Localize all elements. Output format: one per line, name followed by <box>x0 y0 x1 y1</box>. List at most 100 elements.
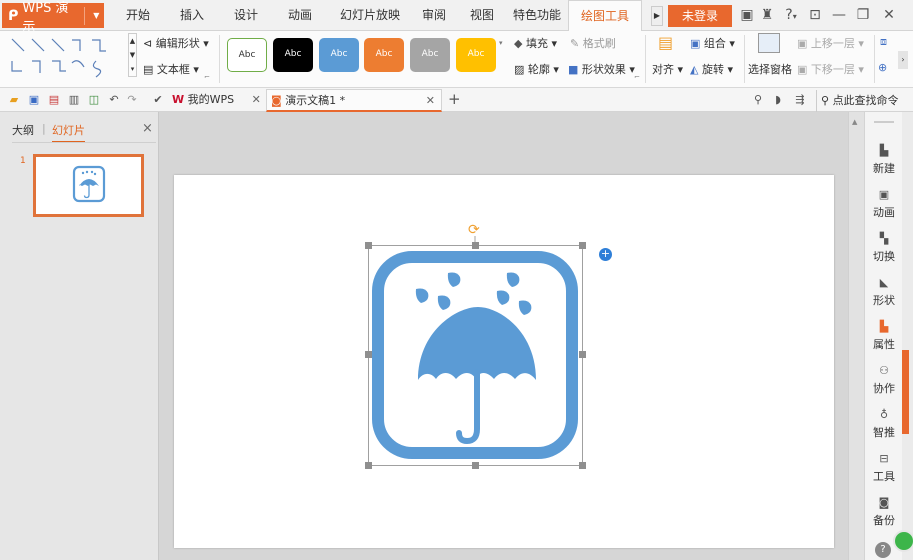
resize-handle-e[interactable] <box>579 351 586 358</box>
tab-slideshow[interactable]: 幻灯片放映 <box>334 0 406 31</box>
tab-review[interactable]: 审阅 <box>414 0 454 31</box>
send-backward-button[interactable]: ▣ 下移一层 ▾ <box>797 61 864 77</box>
rotate-icon: ◭ <box>690 63 699 76</box>
sidebar-item-backup[interactable]: ◙ 备份 <box>865 496 903 536</box>
close-icon[interactable]: ✕ <box>880 7 898 23</box>
shape-style-5[interactable]: Abc <box>410 38 450 72</box>
restore-icon[interactable]: ❐ <box>854 7 872 23</box>
sidebar-item-tools[interactable]: ⊟ 工具 <box>865 452 903 492</box>
help-circle-icon[interactable]: ? <box>875 542 891 558</box>
resize-handle-ne[interactable] <box>579 242 586 249</box>
sidebar-item-shape[interactable]: ◣ 形状 <box>865 276 903 316</box>
vertical-scrollbar[interactable]: ▲ <box>848 112 864 560</box>
resize-handle-se[interactable] <box>579 462 586 469</box>
dialog-launcher-icon[interactable]: ⌐ <box>204 73 210 81</box>
tab-drawing-tools[interactable]: 绘图工具 <box>568 0 642 32</box>
shape-style-6[interactable]: Abc <box>456 38 496 72</box>
align-center-icon[interactable]: ⊕ <box>878 61 887 74</box>
new-tab-plus-icon[interactable]: + <box>448 90 461 108</box>
share-icon[interactable]: ⇶ <box>794 93 806 107</box>
minimize-icon[interactable]: — <box>830 7 848 23</box>
print-icon[interactable]: ▥ <box>68 93 80 107</box>
customize-qat-icon[interactable]: ✔ <box>152 93 164 107</box>
close-pane-icon[interactable]: × <box>142 121 153 136</box>
quick-access-bar: ▰ ▣ ▤ ▥ ◫ ↶ ↷ ✔ W 我的WPS ✕ ◙ 演示文稿1 * ✕ + … <box>0 88 913 113</box>
undo-icon[interactable]: ↶ <box>108 93 120 107</box>
fill-button[interactable]: ◆ 填充 ▾ <box>514 35 557 51</box>
fullscreen-icon[interactable]: ⊡ <box>806 7 824 23</box>
umbrella-graphic[interactable] <box>360 222 622 474</box>
tab-outline[interactable]: 大纲 <box>12 122 34 138</box>
resize-handle-sw[interactable] <box>365 462 372 469</box>
shape-style-4[interactable]: Abc <box>364 38 404 72</box>
status-circle-icon[interactable] <box>893 530 913 552</box>
align-button[interactable]: 对齐 ▾ <box>652 61 683 77</box>
shape-gallery[interactable] <box>10 35 122 79</box>
selection-pane-button[interactable]: 选择窗格 <box>748 61 792 77</box>
resize-handle-nw[interactable] <box>365 242 372 249</box>
shirt-icon[interactable]: ♜ <box>758 7 776 23</box>
distribute-icon[interactable]: ⧈ <box>880 35 887 49</box>
doctab-my-wps[interactable]: W 我的WPS ✕ <box>172 89 261 112</box>
tab-design[interactable]: 设计 <box>224 0 268 31</box>
pin-icon[interactable]: ⚲ <box>752 93 764 107</box>
backup-icon: ◙ <box>878 496 890 509</box>
shape-style-3[interactable]: Abc <box>319 38 359 72</box>
property-icon: ▙ <box>879 320 889 333</box>
tab-animation[interactable]: 动画 <box>278 0 322 31</box>
rotate-button[interactable]: ◭ 旋转 ▾ <box>690 61 733 77</box>
ribbon-scroll-right-icon[interactable]: › <box>898 51 908 69</box>
resize-handle-n[interactable] <box>472 242 479 249</box>
rotate-handle-icon[interactable]: ⟳ <box>468 222 480 238</box>
format-painter-button[interactable]: ✎ 格式刷 <box>570 35 616 51</box>
resize-handle-s[interactable] <box>472 462 479 469</box>
app-menu-button[interactable]: ᑭ WPS 演示 ▼ <box>2 1 104 35</box>
tab-home[interactable]: 开始 <box>116 0 160 31</box>
login-button[interactable]: 未登录 <box>668 5 732 27</box>
tab-insert[interactable]: 插入 <box>170 0 214 31</box>
shape-style-2[interactable]: Abc <box>273 38 313 72</box>
redo-icon[interactable]: ↷ <box>126 93 138 107</box>
print-preview-icon[interactable]: ◫ <box>88 93 100 107</box>
sidebar-item-animation[interactable]: ▣ 动画 <box>865 188 903 228</box>
chevron-down-icon[interactable]: ▼ <box>89 11 104 20</box>
export-pdf-icon[interactable]: ▤ <box>48 93 60 107</box>
sidebar-item-collaborate[interactable]: ⚇ 协作 <box>865 364 903 404</box>
align-icon[interactable]: ▤ <box>658 33 680 55</box>
close-tab-icon[interactable]: ✕ <box>252 93 261 106</box>
sidebar-item-new[interactable]: ▙ 新建 <box>865 144 903 184</box>
open-folder-icon[interactable]: ▰ <box>8 93 20 107</box>
outline-button[interactable]: ▨ 轮廓 ▾ <box>514 61 559 77</box>
tab-slides[interactable]: 幻灯片 <box>52 122 85 143</box>
shape-icon: ◣ <box>879 276 889 289</box>
tab-view[interactable]: 视图 <box>462 0 502 31</box>
text-box-button[interactable]: ▤ 文本框 ▾ <box>143 61 199 77</box>
selection-pane-icon[interactable] <box>758 33 780 53</box>
save-icon[interactable]: ▣ <box>28 93 40 107</box>
doctab-presentation[interactable]: ◙ 演示文稿1 * ✕ <box>266 89 442 112</box>
group-icon: ▣ <box>690 37 701 50</box>
bring-forward-button[interactable]: ▣ 上移一层 ▾ <box>797 35 864 51</box>
sidebar-item-smart[interactable]: ♁ 智推 <box>865 408 903 448</box>
shape-style-1[interactable]: Abc <box>227 38 267 72</box>
sidebar-item-transition[interactable]: ▚ 切换 <box>865 232 903 272</box>
style-gallery-more[interactable]: ▾ <box>499 39 503 47</box>
add-quick-tool-icon[interactable]: + <box>599 248 612 261</box>
resize-handle-w[interactable] <box>365 351 372 358</box>
help-icon[interactable]: ?▾ <box>780 7 802 23</box>
group-button[interactable]: ▣ 组合 ▾ <box>690 35 735 51</box>
scroll-up-icon[interactable]: ▲ <box>852 118 857 126</box>
sidebar-item-property[interactable]: ▙ 属性 <box>865 320 903 360</box>
sidebar-collapse-tab[interactable] <box>902 350 909 434</box>
tab-scroll-right-icon[interactable]: ▶ <box>651 6 663 26</box>
dialog-launcher-icon[interactable]: ⌐ <box>634 73 640 81</box>
edit-shape-button[interactable]: ⊲ 编辑形状 ▾ <box>143 35 209 51</box>
slide-thumbnail[interactable] <box>33 154 144 217</box>
doc-icon[interactable]: ◗ <box>772 93 784 107</box>
command-search[interactable]: ⚲ 点此查找命令 <box>816 90 899 113</box>
gallery-scroll[interactable]: ▲ ▼ ▾ <box>128 33 137 77</box>
close-tab-icon[interactable]: ✕ <box>426 90 435 112</box>
tab-special[interactable]: 特色功能 <box>512 0 562 31</box>
shape-effects-button[interactable]: ■ 形状效果 ▾ <box>568 61 635 77</box>
skin-icon[interactable]: ▣ <box>738 7 756 23</box>
